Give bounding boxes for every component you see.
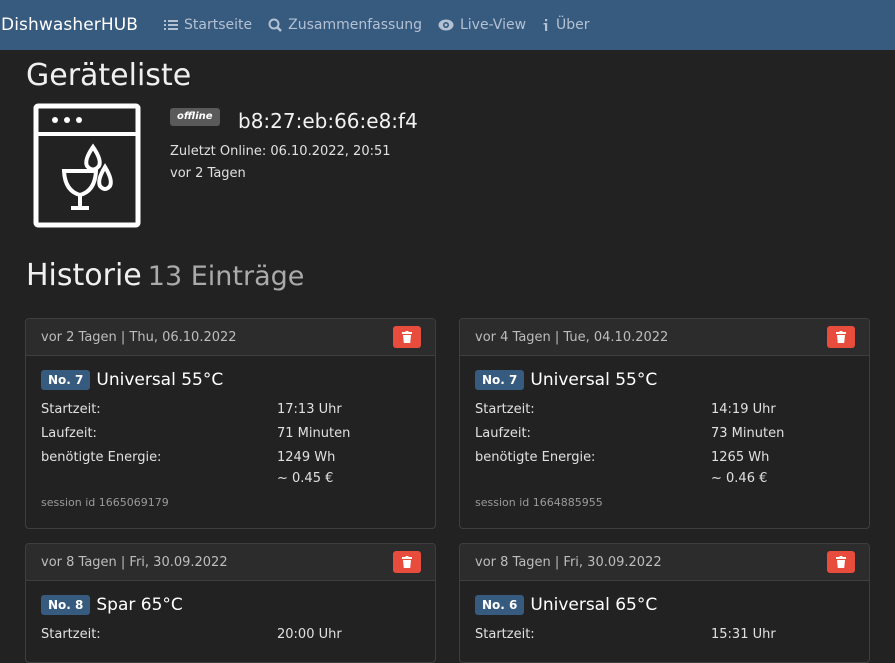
energy-label: benötigte Energie:	[41, 450, 162, 465]
nav-zusammenfassung-label: Zusammenfassung	[288, 17, 422, 33]
runtime-value: 71 Minuten	[277, 426, 351, 441]
start-label: Startzeit:	[475, 402, 535, 417]
history-card: vor 8 Tagen | Fri, 30.09.2022 No. 6 Univ…	[459, 543, 870, 663]
nav-live-view-label: Live-View	[459, 17, 527, 33]
runtime-label: Laufzeit:	[41, 426, 97, 441]
nav-ueber-label: Über	[556, 17, 590, 33]
nav-ueber[interactable]: Über	[542, 17, 590, 33]
eye-icon	[438, 19, 454, 31]
nav-live-view[interactable]: Live-View	[438, 17, 526, 33]
nav-zusammenfassung[interactable]: Zusammenfassung	[268, 17, 422, 33]
delete-button[interactable]	[827, 551, 855, 573]
card-header: vor 4 Tagen | Tue, 04.10.2022	[460, 319, 869, 356]
start-value: 17:13 Uhr	[277, 402, 342, 417]
list-icon	[164, 20, 179, 30]
page-title: Geräteliste	[26, 58, 192, 93]
start-value: 14:19 Uhr	[711, 402, 776, 417]
trash-icon	[402, 331, 412, 343]
nav-startseite-label: Startseite	[184, 17, 253, 33]
card-header: vor 8 Tagen | Fri, 30.09.2022	[26, 544, 435, 581]
last-online: Zuletzt Online: 06.10.2022, 20:51	[170, 144, 391, 159]
card-header: vor 2 Tagen | Thu, 06.10.2022	[26, 319, 435, 356]
trash-icon	[836, 556, 846, 568]
program-number-badge: No. 8	[41, 595, 91, 615]
start-label: Startzeit:	[475, 627, 535, 642]
card-header: vor 8 Tagen | Fri, 30.09.2022	[460, 544, 869, 581]
trash-icon	[836, 331, 846, 343]
energy-cost: ~ 0.46 €	[711, 471, 768, 486]
history-title-label: Historie	[26, 258, 142, 293]
status-badge: offline	[170, 108, 220, 126]
start-value: 15:31 Uhr	[711, 627, 776, 642]
energy-cost: ~ 0.45 €	[277, 471, 334, 486]
program-name: Spar 65°C	[96, 595, 183, 615]
energy-value: 1249 Wh	[277, 450, 336, 465]
history-count: 13 Einträge	[147, 261, 305, 292]
start-label: Startzeit:	[41, 402, 101, 417]
delete-button[interactable]	[393, 551, 421, 573]
card-date: vor 2 Tagen | Thu, 06.10.2022	[41, 329, 237, 345]
energy-value: 1265 Wh	[711, 450, 770, 465]
program-number-badge: No. 7	[41, 370, 91, 390]
card-date: vor 8 Tagen | Fri, 30.09.2022	[475, 554, 662, 570]
runtime-value: 73 Minuten	[711, 426, 785, 441]
card-date: vor 4 Tagen | Tue, 04.10.2022	[475, 329, 669, 345]
last-online-relative: vor 2 Tagen	[170, 166, 246, 181]
start-label: Startzeit:	[41, 627, 101, 642]
brand-link[interactable]: DishwasherHUB	[1, 15, 138, 35]
card-date: vor 8 Tagen | Fri, 30.09.2022	[41, 554, 228, 570]
runtime-label: Laufzeit:	[475, 426, 531, 441]
start-value: 20:00 Uhr	[277, 627, 342, 642]
navbar: DishwasherHUB Startseite Zusammenfassung…	[0, 0, 895, 50]
program-number-badge: No. 6	[475, 595, 525, 615]
info-icon	[543, 19, 548, 31]
delete-button[interactable]	[393, 326, 421, 348]
program-name: Universal 55°C	[96, 370, 224, 390]
trash-icon	[402, 556, 412, 568]
dishwasher-icon	[33, 103, 141, 228]
history-card: vor 8 Tagen | Fri, 30.09.2022 No. 8 Spar…	[25, 543, 436, 663]
device-mac: b8:27:eb:66:e8:f4	[238, 109, 418, 133]
session-id: session id 1664885955	[475, 496, 603, 509]
history-title: Historie 13 Einträge	[26, 258, 304, 293]
program-name: Universal 65°C	[530, 595, 658, 615]
program-name: Universal 55°C	[530, 370, 658, 390]
history-card: vor 4 Tagen | Tue, 04.10.2022 No. 7 Univ…	[459, 318, 870, 529]
search-icon	[268, 18, 283, 32]
program-number-badge: No. 7	[475, 370, 525, 390]
history-card: vor 2 Tagen | Thu, 06.10.2022 No. 7 Univ…	[25, 318, 436, 529]
delete-button[interactable]	[827, 326, 855, 348]
nav-startseite[interactable]: Startseite	[164, 17, 252, 33]
energy-label: benötigte Energie:	[475, 450, 596, 465]
session-id: session id 1665069179	[41, 496, 169, 509]
